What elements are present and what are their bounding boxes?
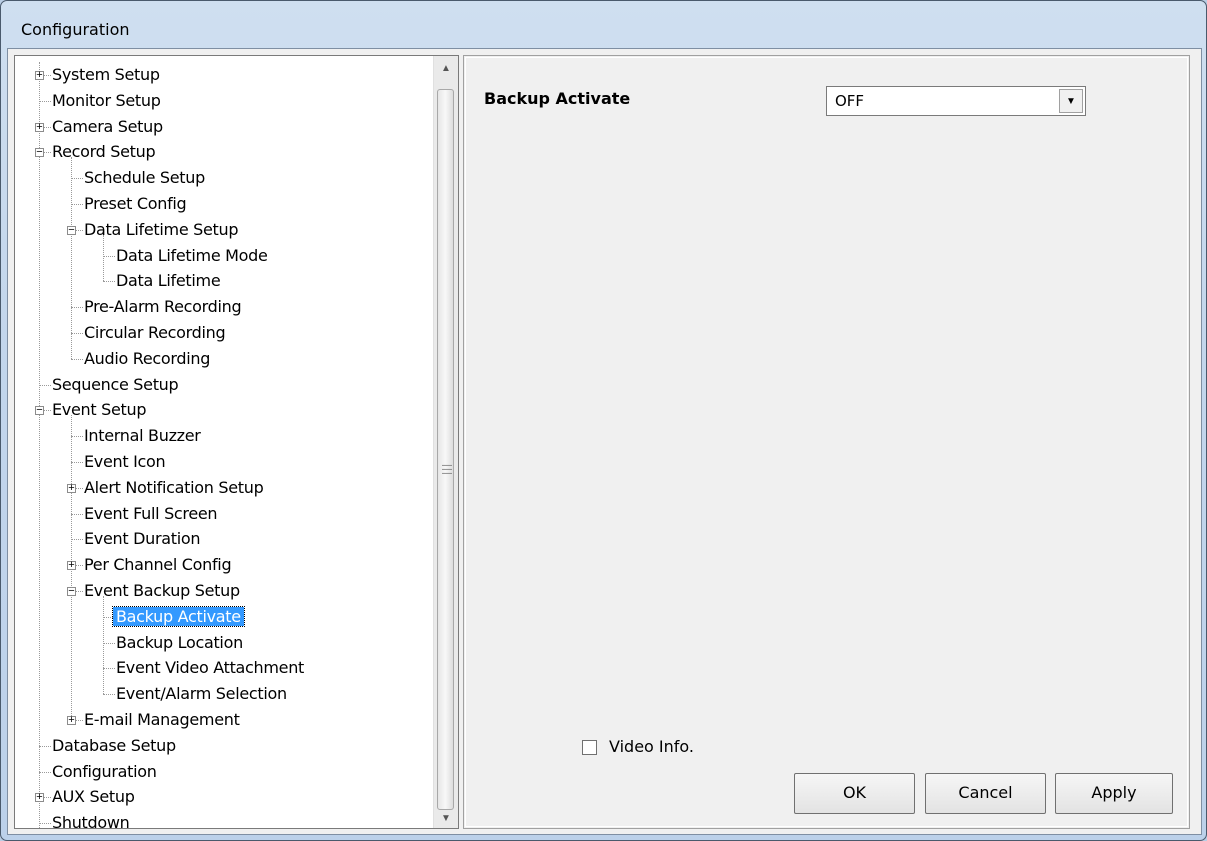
tree-item[interactable]: Preset Config xyxy=(81,191,189,217)
scroll-up-icon[interactable]: ▲ xyxy=(434,58,458,80)
tree-item[interactable]: Database Setup xyxy=(49,733,179,759)
tree-item-label: Event Full Screen xyxy=(84,503,218,523)
tree-item-label: E-mail Management xyxy=(84,710,240,729)
collapse-minus-icon[interactable]: − xyxy=(67,224,76,235)
ok-button[interactable]: OK xyxy=(794,773,915,814)
backup-activate-select[interactable]: OFF ▼ xyxy=(826,86,1086,116)
apply-button[interactable]: Apply xyxy=(1055,773,1173,814)
tree-item-label: Event/Alarm Selection xyxy=(116,684,287,704)
tree-item-label: Circular Recording xyxy=(84,323,226,342)
tree-item[interactable]: E-mail Management xyxy=(81,707,243,733)
tree-item[interactable]: Circular Recording xyxy=(81,320,228,346)
expand-plus-icon[interactable]: + xyxy=(35,121,44,132)
video-info-checkbox[interactable] xyxy=(582,740,597,755)
video-info-label[interactable]: Video Info. xyxy=(609,737,694,756)
tree-item[interactable]: Audio Recording xyxy=(81,346,213,372)
tree-item-label: System Setup xyxy=(52,65,160,84)
tree-item[interactable]: Event Full Screen xyxy=(81,501,220,527)
tree-item-label: Data Lifetime Setup xyxy=(84,219,239,239)
tree-item-label: Database Setup xyxy=(52,735,176,755)
setting-label: Backup Activate xyxy=(484,89,631,108)
tree-item[interactable]: Data Lifetime Mode xyxy=(113,243,271,269)
tree-item[interactable]: Alert Notification Setup xyxy=(81,475,266,501)
tree-item[interactable]: Sequence Setup xyxy=(49,372,181,398)
expand-plus-icon[interactable]: + xyxy=(67,714,76,725)
tree-item[interactable]: Pre-Alarm Recording xyxy=(81,294,244,320)
expand-plus-icon[interactable]: + xyxy=(35,792,44,803)
collapse-minus-icon[interactable]: − xyxy=(35,405,44,416)
tree-item-label: Data Lifetime xyxy=(116,271,221,291)
tree-item-label: Alert Notification Setup xyxy=(84,477,264,497)
scroll-down-icon[interactable]: ▼ xyxy=(434,808,458,828)
collapse-minus-icon[interactable]: − xyxy=(67,585,76,596)
tree-item[interactable]: AUX Setup xyxy=(49,784,138,810)
settings-panel xyxy=(463,55,1190,829)
tree-item[interactable]: Monitor Setup xyxy=(49,88,164,114)
tree-scrollbar[interactable]: ▲ — — — ▼ xyxy=(433,56,458,828)
tree-item[interactable]: Data Lifetime xyxy=(113,268,223,294)
tree-item[interactable]: Event/Alarm Selection xyxy=(113,681,290,707)
expand-plus-icon[interactable]: + xyxy=(67,482,76,493)
tree-item-label: Internal Buzzer xyxy=(84,426,201,446)
tree-item-label: Pre-Alarm Recording xyxy=(84,297,242,317)
expand-plus-icon[interactable]: + xyxy=(35,69,44,80)
title-bar[interactable]: Configuration xyxy=(9,7,1198,49)
chevron-down-icon[interactable]: ▼ xyxy=(1059,89,1083,113)
tree-item[interactable]: Camera Setup xyxy=(49,114,166,140)
tree-item-label: Event Icon xyxy=(84,452,166,471)
tree-item[interactable]: Backup Location xyxy=(113,630,246,656)
tree-item[interactable]: Event Duration xyxy=(81,526,203,552)
tree-item-label: Monitor Setup xyxy=(52,90,161,110)
tree-connector-line xyxy=(103,595,104,695)
tree-item-label: Schedule Setup xyxy=(84,168,205,188)
tree-item-label: Preset Config xyxy=(84,194,187,213)
tree-item[interactable]: Shutdown xyxy=(49,810,132,829)
tree-item-label: Camera Setup xyxy=(52,116,163,136)
tree-item-label: Event Duration xyxy=(84,529,201,549)
grip-icon: — — — xyxy=(442,460,452,479)
tree-item-label: Record Setup xyxy=(52,142,156,162)
tree-item-label: Configuration xyxy=(52,761,157,781)
tree-item[interactable]: Event Icon xyxy=(81,449,168,475)
tree-item-label: Backup Activate xyxy=(112,605,245,627)
tree-item-label: Data Lifetime Mode xyxy=(116,245,268,265)
tree-item[interactable]: Record Setup xyxy=(49,139,158,165)
tree-item[interactable]: Schedule Setup xyxy=(81,165,208,191)
expand-plus-icon[interactable]: + xyxy=(67,560,76,571)
tree-item-label: Shutdown xyxy=(52,813,130,829)
tree-item[interactable]: Backup Activate xyxy=(112,604,245,630)
tree-connector-line xyxy=(39,62,40,828)
tree-item-label: Event Setup xyxy=(52,400,147,420)
tree-item[interactable]: System Setup xyxy=(49,62,163,88)
config-tree-view[interactable]: + System Setup Monitor Setup + Camera Setup −… xyxy=(14,55,459,829)
tree-item[interactable]: Event Setup xyxy=(49,397,149,423)
collapse-minus-icon[interactable]: − xyxy=(35,147,44,158)
select-value: OFF xyxy=(835,92,865,110)
tree-item[interactable]: Event Video Attachment xyxy=(113,655,307,681)
cancel-button[interactable]: Cancel xyxy=(925,773,1046,814)
tree-item-label: Backup Location xyxy=(116,632,243,652)
window-title: Configuration xyxy=(21,20,130,39)
scroll-thumb[interactable]: — — — xyxy=(437,89,454,810)
tree-item-label: Audio Recording xyxy=(84,348,211,368)
tree-item[interactable]: Data Lifetime Setup xyxy=(81,217,241,243)
tree-list: + System Setup Monitor Setup + Camera Setup −… xyxy=(15,56,435,829)
tree-item-label: AUX Setup xyxy=(52,787,135,807)
tree-item[interactable]: Internal Buzzer xyxy=(81,423,204,449)
tree-connector-line xyxy=(71,157,72,359)
tree-item[interactable]: Per Channel Config xyxy=(81,552,234,578)
tree-item-label: Per Channel Config xyxy=(84,555,232,575)
tree-item-label: Event Video Attachment xyxy=(116,658,305,678)
tree-item-label: Event Backup Setup xyxy=(84,581,240,600)
tree-item[interactable]: Event Backup Setup xyxy=(81,578,243,604)
tree-item-label: Sequence Setup xyxy=(52,374,179,394)
tree-item[interactable]: Configuration xyxy=(49,759,160,785)
